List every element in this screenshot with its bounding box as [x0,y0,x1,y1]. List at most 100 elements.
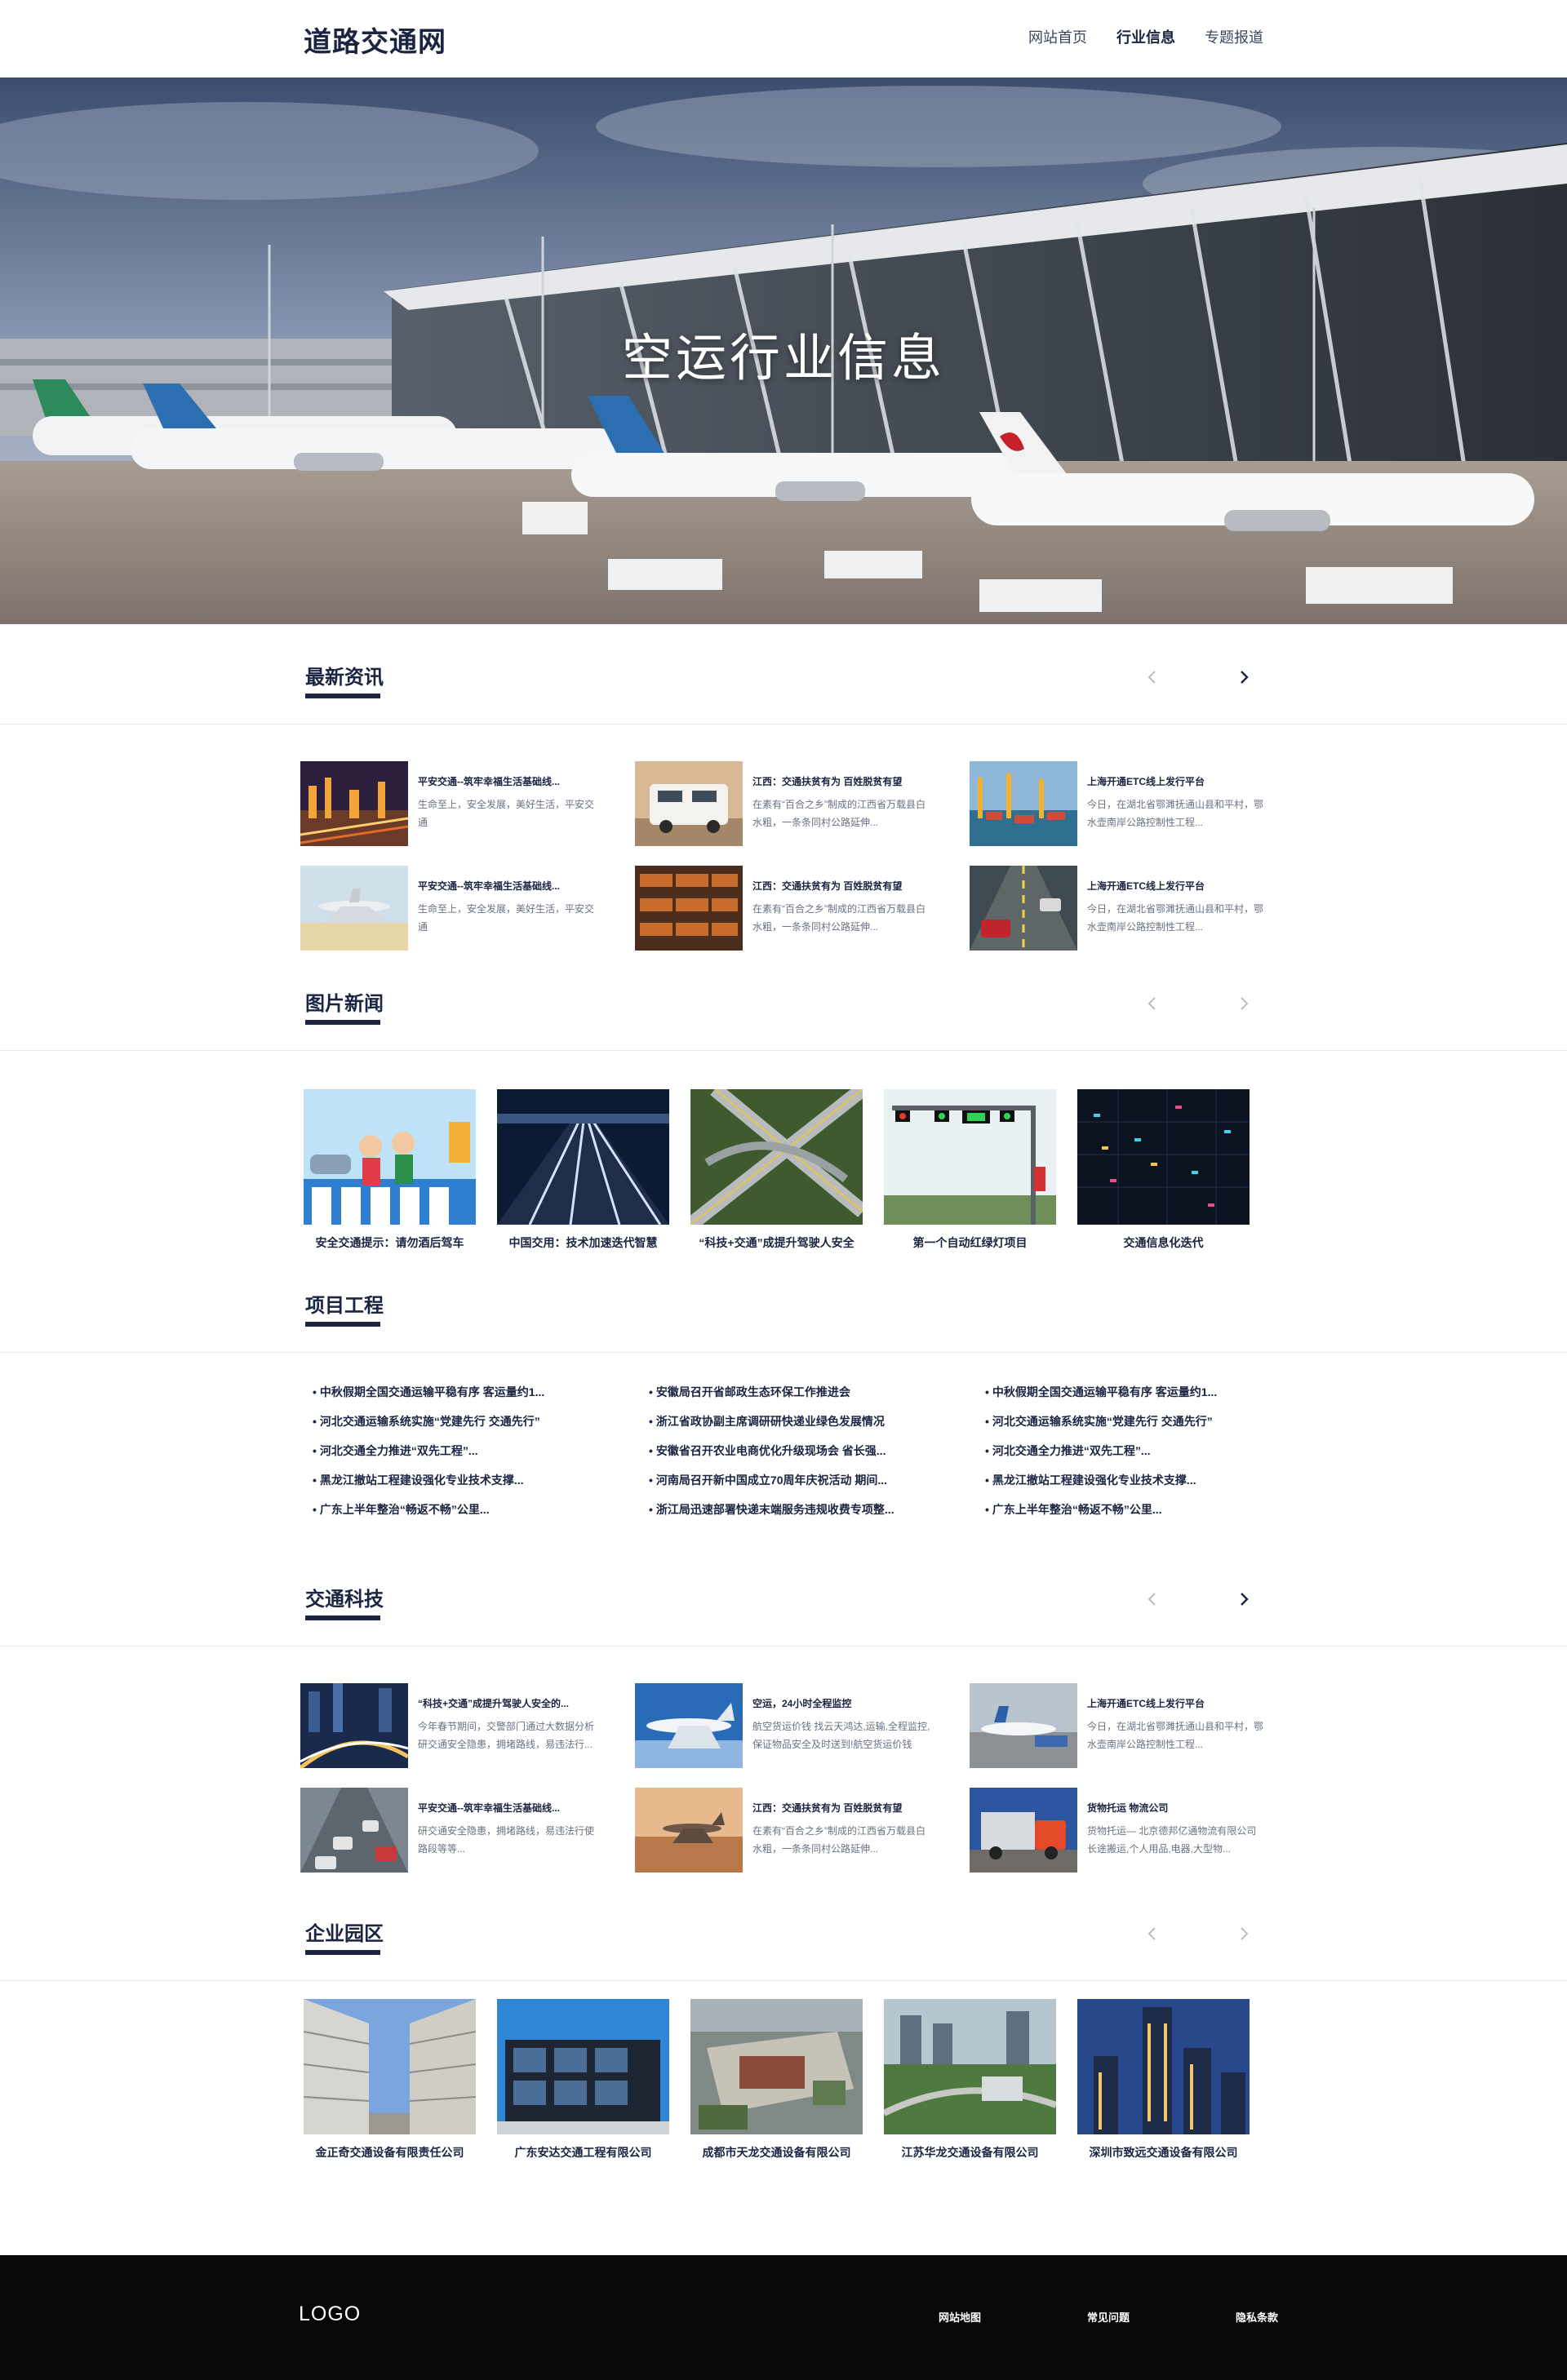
enterprise-caption: 成都市天龙交通设备有限公司 [702,2146,851,2159]
news-desc: 在素有“百合之乡”制成的江西省万载县白水粗，一条条同村公路延伸... [752,799,926,828]
site-title[interactable]: 道路交通网 [304,20,446,60]
prev-arrow-button[interactable] [1139,1921,1165,1947]
project-link[interactable]: 广东上半年整治“畅返不畅”公里... [985,1495,1321,1524]
tech-title: 江西：交通扶贫有为 百姓脱贫有望 [752,1802,903,1814]
footer-logo[interactable]: LOGO [299,2302,361,2326]
enterprise-card[interactable]: 深圳市致远交通设备有限公司 [1077,1999,1250,2161]
news-item[interactable]: 平安交通--筑牢幸福生活基础线... 生命至上，安全发展，美好生活，平安交通 [300,866,610,951]
picture-card[interactable]: 第一个自动红绿灯项目 [884,1089,1056,1251]
chevron-right-icon [1241,671,1249,684]
picture-interchange [690,1089,863,1225]
tech-title: “科技+交通”成提升驾驶人安全的... [418,1698,570,1709]
tech-item[interactable]: 平安交通--筑牢幸福生活基础线... 研交通安全隐患，拥堵路线，易违法行使路段等… [300,1788,610,1873]
nav-home[interactable]: 网站首页 [1028,26,1087,47]
nav-special-report[interactable]: 专题报道 [1205,26,1263,47]
picture-caption: 交通信息化迭代 [1123,1236,1204,1249]
next-arrow-button[interactable] [1231,664,1257,690]
news-title: 江西：交通扶贫有为 百姓脱贫有望 [752,880,903,892]
project-link[interactable]: 河北交通运输系统实施“党建先行 交通先行” [985,1407,1321,1436]
prev-arrow-button[interactable] [1139,664,1165,690]
hero-title: 空运行业信息 [621,330,945,387]
project-link[interactable]: 黑龙江撤站工程建设强化专业技术支撑... [985,1465,1321,1495]
picture-card[interactable]: 安全交通提示：请勿酒后驾车 [304,1089,476,1251]
picture-card[interactable]: 交通信息化迭代 [1077,1089,1250,1251]
project-link[interactable]: 中秋假期全国交通运输平稳有序 客运量约1... [313,1377,649,1407]
news-item[interactable]: 上海开通ETC线上发行平台 今日，在湖北省鄂濉抚通山县和平村，鄂水壶南岸公路控制… [970,761,1280,846]
section-title: 项目工程 [305,1295,384,1317]
news-thumb-port [970,761,1077,846]
enterprise-caption: 广东安达交通工程有限公司 [514,2146,652,2159]
news-item[interactable]: 江西：交通扶贫有为 百姓脱贫有望 在素有“百合之乡”制成的江西省万载县白水粗，一… [635,866,945,951]
prev-arrow-button[interactable] [1139,991,1165,1017]
tech-item[interactable]: “科技+交通”成提升驾驶人安全的... 今年春节期间，交警部门通过大数据分析研交… [300,1683,610,1768]
project-link[interactable]: 河南局召开新中国成立70周年庆祝活动 期间... [649,1465,985,1495]
enterprise-row: 金正奇交通设备有限责任公司 广东安达交通工程有限公司 成都市天龙交通设备有限公司… [304,1999,1250,2161]
tech-desc: 今日，在湖北省鄂濉抚通山县和平村，鄂水壶南岸公路控制性工程... [1087,1721,1264,1750]
tech-item[interactable]: 上海开通ETC线上发行平台 今日，在湖北省鄂濉抚通山县和平村，鄂水壶南岸公路控制… [970,1683,1280,1768]
latest-news-header: 最新资讯 [0,653,1567,725]
picture-data-dashboard [1077,1089,1250,1225]
news-desc: 生命至上，安全发展，美好生活，平安交通 [418,799,595,828]
enterprise-aerial-campus [690,1999,863,2134]
news-item[interactable]: 平安交通--筑牢幸福生活基础线... 生命至上，安全发展，美好生活，平安交通 [300,761,610,846]
tech-thumb-traffic [300,1788,408,1873]
page-header: 道路交通网 网站首页 行业信息 专题报道 [0,0,1567,78]
projects-column: 安徽局召开省邮政生态环保工作推进会 浙江省政协副主席调研研快递业绿色发展情况 安… [649,1377,985,1524]
tech-thumb-airport-apron [970,1683,1077,1768]
enterprise-card[interactable]: 江苏华龙交通设备有限公司 [884,1999,1056,2161]
section-underline [305,1950,380,1955]
chevron-left-icon [1148,1593,1156,1606]
project-link[interactable]: 河北交通运输系统实施“党建先行 交通先行” [313,1407,649,1436]
enterprise-card[interactable]: 成都市天龙交通设备有限公司 [690,1999,863,2161]
news-thumb-rv [635,761,743,846]
project-link[interactable]: 河北交通全力推进“双先工程”... [313,1436,649,1465]
tech-title: 上海开通ETC线上发行平台 [1087,1698,1205,1709]
project-link[interactable]: 浙江局迅速部署快递末端服务违规收费专项整... [649,1495,985,1524]
tech-thumb-truck [970,1788,1077,1873]
tech-item[interactable]: 江西：交通扶贫有为 百姓脱贫有望 在素有“百合之乡”制成的江西省万载县白水粗，一… [635,1788,945,1873]
picture-caption: 安全交通提示：请勿酒后驾车 [315,1236,464,1249]
project-link[interactable]: 安徽省召开农业电商优化升级现场会 省长强... [649,1436,985,1465]
chevron-right-icon [1241,1927,1249,1940]
project-link[interactable]: 黑龙江撤站工程建设强化专业技术支撑... [313,1465,649,1495]
tech-thumb-light-trails [300,1683,408,1768]
picture-card[interactable]: 中国交用：技术加速迭代智慧 [497,1089,669,1251]
tech-thumb-jet-sunset [635,1788,743,1873]
news-title: 上海开通ETC线上发行平台 [1087,776,1205,787]
picture-highway-night [497,1089,669,1225]
projects-section: 项目工程 中秋假期全国交通运输平稳有序 客运量约1... 河北交通运输系统实施“… [0,1281,1567,1558]
nav-industry-info[interactable]: 行业信息 [1116,26,1175,47]
enterprise-card[interactable]: 金正奇交通设备有限责任公司 [304,1999,476,2161]
news-desc: 今日，在湖北省鄂濉抚通山县和平村，鄂水壶南岸公路控制性工程... [1087,903,1264,933]
picture-news-row: 安全交通提示：请勿酒后驾车 中国交用：技术加速迭代智慧 “科技+交通”成提升驾驶… [304,1089,1250,1251]
project-link[interactable]: 河北交通全力推进“双先工程”... [985,1436,1321,1465]
news-thumb-road-car [970,866,1077,951]
footer-link-privacy[interactable]: 隐私条款 [1236,2309,1278,2325]
chevron-left-icon [1148,1927,1156,1940]
picture-news-section: 图片新闻 安全交通提示：请勿酒后驾车 中国交用：技术加速迭代智慧 “科技+交通”… [0,979,1567,1256]
enterprise-card[interactable]: 广东安达交通工程有限公司 [497,1999,669,2161]
picture-card[interactable]: “科技+交通”成提升驾驶人安全 [690,1089,863,1251]
news-item[interactable]: 江西：交通扶贫有为 百姓脱贫有望 在素有“百合之乡”制成的江西省万载县白水粗，一… [635,761,945,846]
news-item[interactable]: 上海开通ETC线上发行平台 今日，在湖北省鄂濉抚通山县和平村，鄂水壶南岸公路控制… [970,866,1280,951]
footer-link-sitemap[interactable]: 网站地图 [939,2309,981,2325]
projects-column: 中秋假期全国交通运输平稳有序 客运量约1... 河北交通运输系统实施“党建先行 … [313,1377,649,1524]
next-arrow-button[interactable] [1231,1586,1257,1612]
next-arrow-button[interactable] [1231,991,1257,1017]
project-link[interactable]: 中秋假期全国交通运输平稳有序 客运量约1... [985,1377,1321,1407]
footer-link-faq[interactable]: 常见问题 [1087,2309,1130,2325]
section-underline [305,694,380,698]
project-link[interactable]: 广东上半年整治“畅返不畅”公里... [313,1495,649,1524]
prev-arrow-button[interactable] [1139,1586,1165,1612]
project-link[interactable]: 浙江省政协副主席调研研快递业绿色发展情况 [649,1407,985,1436]
picture-caption: “科技+交通”成提升驾驶人安全 [699,1236,855,1249]
tech-desc: 货物托运— 北京德邦亿通物流有限公司 长途搬运,个人用品,电器,大型物... [1087,1825,1257,1855]
chevron-left-icon [1148,997,1156,1010]
next-arrow-button[interactable] [1231,1921,1257,1947]
section-underline [305,1615,380,1620]
project-link[interactable]: 安徽局召开省邮政生态环保工作推进会 [649,1377,985,1407]
tech-title: 空运，24小时全程监控 [752,1698,852,1709]
tech-item[interactable]: 空运，24小时全程监控 航空货运价钱 找云天鸿达,运输,全程监控,保证物品安全及… [635,1683,945,1768]
tech-desc: 在素有“百合之乡”制成的江西省万载县白水粗，一条条同村公路延伸... [752,1825,926,1855]
tech-item[interactable]: 货物托运 物流公司 货物托运— 北京德邦亿通物流有限公司 长途搬运,个人用品,电… [970,1788,1280,1873]
